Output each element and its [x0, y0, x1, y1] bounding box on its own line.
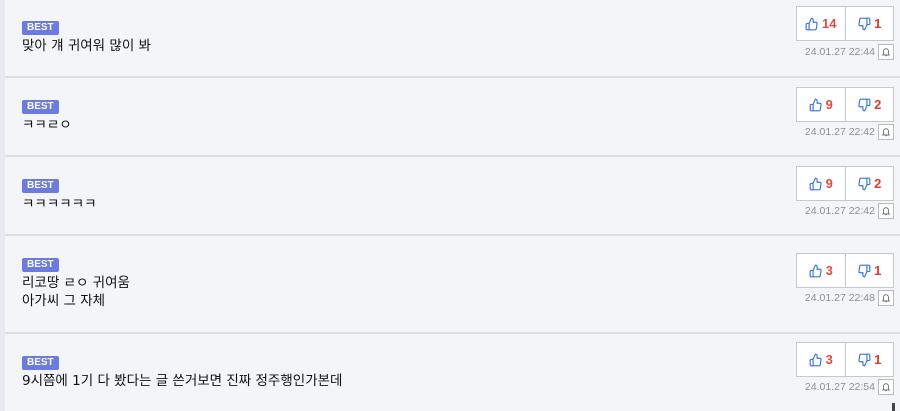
vote-box: 9 2: [796, 87, 894, 122]
best-badge: BEST: [22, 100, 59, 114]
report-button[interactable]: [878, 379, 894, 395]
downvote-count: 1: [874, 352, 882, 367]
comment-date: 24.01.27 22:42: [804, 126, 875, 138]
best-badge: BEST: [22, 258, 59, 272]
comment-item: BEST 맞아 걔 귀여워 많이 봐 14 1 24.01.27 22:44: [5, 0, 900, 78]
vote-box: 3 1: [796, 253, 894, 288]
upvote-count: 3: [825, 263, 833, 278]
comment-list: BEST 맞아 걔 귀여워 많이 봐 14 1 24.01.27 22:44 B…: [0, 0, 900, 411]
upvote-button[interactable]: 14: [797, 7, 845, 40]
comment-meta: 24.01.27 22:42: [805, 203, 894, 219]
thumbs-down-icon: [858, 353, 871, 366]
upvote-count: 9: [825, 97, 833, 112]
report-button[interactable]: [878, 290, 894, 306]
comment-meta: 24.01.27 22:54: [805, 379, 894, 395]
scrollbar-indicator[interactable]: [892, 403, 895, 411]
vote-box: 9 2: [796, 166, 894, 201]
thumbs-up-icon: [809, 264, 822, 277]
upvote-count: 14: [822, 16, 837, 31]
bell-icon: [881, 207, 891, 216]
downvote-button[interactable]: 2: [844, 167, 894, 200]
thumbs-up-icon: [809, 177, 822, 190]
best-badge: BEST: [22, 356, 59, 370]
comment-text: 9시쯤에 1기 다 봤다는 글 쓴거보면 진짜 정주행인가본데: [22, 373, 343, 389]
comment-date: 24.01.27 22:44: [804, 46, 875, 58]
report-button[interactable]: [878, 44, 894, 60]
thumbs-down-icon: [858, 98, 871, 111]
thumbs-up-icon: [809, 353, 822, 366]
comment-text: ㅋㅋㄹㅇ: [22, 117, 72, 133]
thumbs-up-icon: [809, 98, 822, 111]
comment-date: 24.01.27 22:54: [804, 381, 875, 393]
upvote-count: 9: [825, 176, 833, 191]
report-button[interactable]: [878, 124, 894, 140]
best-badge: BEST: [22, 179, 59, 193]
upvote-button[interactable]: 3: [797, 343, 845, 376]
downvote-count: 1: [874, 263, 882, 278]
comment-item: BEST ㅋㅋㄹㅇ 9 2 24.01.27 22:42: [5, 78, 900, 157]
downvote-button[interactable]: 1: [844, 343, 894, 376]
comment-item: BEST ㅋㅋㅋㅋㅋㅋ 9 2 24.01.27 22:42: [5, 157, 900, 236]
comment-text: 맞아 걔 귀여워 많이 봐: [22, 38, 151, 54]
comment-meta: 24.01.27 22:42: [805, 124, 894, 140]
upvote-button[interactable]: 3: [797, 254, 845, 287]
downvote-count: 2: [874, 97, 882, 112]
best-badge: BEST: [22, 21, 59, 35]
downvote-button[interactable]: 1: [844, 7, 894, 40]
comment-text: ㅋㅋㅋㅋㅋㅋ: [22, 196, 97, 212]
comment-meta: 24.01.27 22:44: [805, 44, 894, 60]
downvote-button[interactable]: 2: [844, 88, 894, 121]
comment-text: 리코땅 ㄹㅇ 귀여움 아가씨 그 자체: [22, 275, 130, 309]
comment-meta: 24.01.27 22:48: [805, 290, 894, 306]
thumbs-up-icon: [805, 17, 818, 30]
comment-date: 24.01.27 22:42: [804, 205, 875, 217]
bell-icon: [881, 48, 891, 57]
thumbs-down-icon: [858, 264, 871, 277]
bell-icon: [881, 383, 891, 392]
downvote-count: 2: [874, 176, 882, 191]
thumbs-down-icon: [858, 177, 871, 190]
upvote-count: 3: [825, 352, 833, 367]
downvote-button[interactable]: 1: [844, 254, 894, 287]
vote-box: 14 1: [796, 6, 894, 41]
downvote-count: 1: [874, 16, 882, 31]
thumbs-down-icon: [858, 17, 871, 30]
report-button[interactable]: [878, 203, 894, 219]
upvote-button[interactable]: 9: [797, 167, 845, 200]
vote-box: 3 1: [796, 342, 894, 377]
comment-date: 24.01.27 22:48: [804, 292, 875, 304]
bell-icon: [881, 294, 891, 303]
bell-icon: [881, 128, 891, 137]
comment-item: BEST 리코땅 ㄹㅇ 귀여움 아가씨 그 자체 3 1 24.01.27 22…: [5, 236, 900, 334]
upvote-button[interactable]: 9: [797, 88, 845, 121]
comment-item: BEST 9시쯤에 1기 다 봤다는 글 쓴거보면 진짜 정주행인가본데 3 1…: [5, 334, 900, 411]
